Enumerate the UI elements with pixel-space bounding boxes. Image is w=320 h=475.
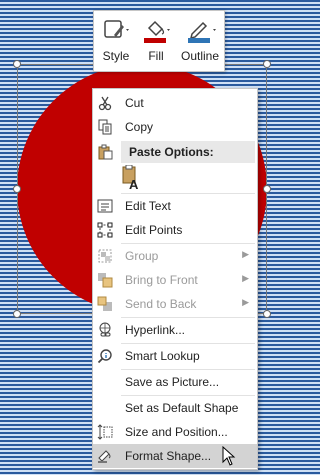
submenu-arrow-icon: ▶ <box>242 273 249 283</box>
svg-text:A: A <box>129 177 139 191</box>
menu-label-cut: Cut <box>125 96 144 110</box>
menu-label-hyperlink: Hyperlink... <box>125 323 186 337</box>
menu-label-send-to-back: Send to Back <box>125 297 197 311</box>
menu-item-smart-lookup[interactable]: Smart Lookup <box>93 344 257 368</box>
resize-handle-top-right[interactable] <box>263 60 271 68</box>
submenu-arrow-icon: ▶ <box>242 297 249 307</box>
menu-item-set-default-shape[interactable]: Set as Default Shape <box>93 396 257 420</box>
copy-icon <box>97 119 113 135</box>
menu-label-set-default-shape: Set as Default Shape <box>125 401 239 415</box>
menu-label-format-shape: Format Shape... <box>125 449 212 463</box>
style-button[interactable]: Style <box>98 17 134 69</box>
size-position-icon <box>97 424 113 440</box>
hyperlink-icon <box>97 322 113 338</box>
mouse-pointer-icon <box>222 445 236 466</box>
paste-text-only-icon: A <box>122 164 139 192</box>
paint-bucket-icon <box>138 17 174 45</box>
menu-item-copy[interactable]: Copy <box>93 115 257 139</box>
menu-label-size-and-position: Size and Position... <box>125 425 228 439</box>
outline-label: Outline <box>180 49 220 63</box>
menu-label-copy: Copy <box>125 120 154 134</box>
menu-item-save-as-picture[interactable]: Save as Picture... <box>93 370 257 394</box>
paste-keep-text-only-button[interactable]: A <box>121 164 143 192</box>
menu-item-bring-to-front[interactable]: Bring to Front ▶ <box>93 268 257 292</box>
resize-handle-bottom-right[interactable] <box>263 310 271 318</box>
pen-outline-icon <box>178 17 222 45</box>
edit-text-icon <box>97 198 113 214</box>
resize-handle-middle-left[interactable] <box>13 185 21 193</box>
menu-label-smart-lookup: Smart Lookup <box>125 349 200 363</box>
fill-label: Fill <box>148 49 164 63</box>
send-to-back-icon <box>97 296 113 312</box>
resize-handle-top-left[interactable] <box>13 60 21 68</box>
resize-handle-middle-right[interactable] <box>263 185 271 193</box>
submenu-arrow-icon: ▶ <box>242 249 249 259</box>
outline-button[interactable]: Outline <box>178 17 222 69</box>
clipboard-icon <box>97 144 113 160</box>
menu-label-edit-points: Edit Points <box>125 223 183 237</box>
paste-options-icon-cell <box>93 140 121 164</box>
group-icon <box>97 248 113 264</box>
shape-style-icon <box>98 17 134 45</box>
fill-button[interactable]: Fill <box>138 17 174 69</box>
resize-handle-bottom-left[interactable] <box>13 310 21 318</box>
menu-label-edit-text: Edit Text <box>125 199 171 213</box>
menu-item-send-to-back[interactable]: Send to Back ▶ <box>93 292 257 316</box>
format-shape-icon <box>97 448 113 464</box>
paste-options-header: Paste Options: <box>121 141 255 163</box>
bring-to-front-icon <box>97 272 113 288</box>
menu-item-edit-points[interactable]: Edit Points <box>93 218 257 242</box>
paste-options-label: Paste Options: <box>129 145 214 159</box>
edit-points-icon <box>97 222 113 238</box>
mini-toolbar: Style Fill Outline <box>93 10 225 72</box>
menu-label-group: Group <box>125 249 159 263</box>
menu-item-cut[interactable]: Cut <box>93 91 257 115</box>
menu-label-save-as-picture: Save as Picture... <box>125 375 220 389</box>
context-menu: Cut Copy Paste Options: A Edit Text Edit… <box>92 88 258 470</box>
menu-item-group[interactable]: Group ▶ <box>93 244 257 268</box>
menu-label-bring-to-front: Bring to Front <box>125 273 198 287</box>
menu-item-edit-text[interactable]: Edit Text <box>93 194 257 218</box>
scissors-icon <box>97 95 113 111</box>
style-label: Style <box>102 49 130 63</box>
smart-lookup-icon <box>97 348 113 364</box>
menu-item-size-and-position[interactable]: Size and Position... <box>93 420 257 444</box>
menu-item-hyperlink[interactable]: Hyperlink... <box>93 318 257 342</box>
